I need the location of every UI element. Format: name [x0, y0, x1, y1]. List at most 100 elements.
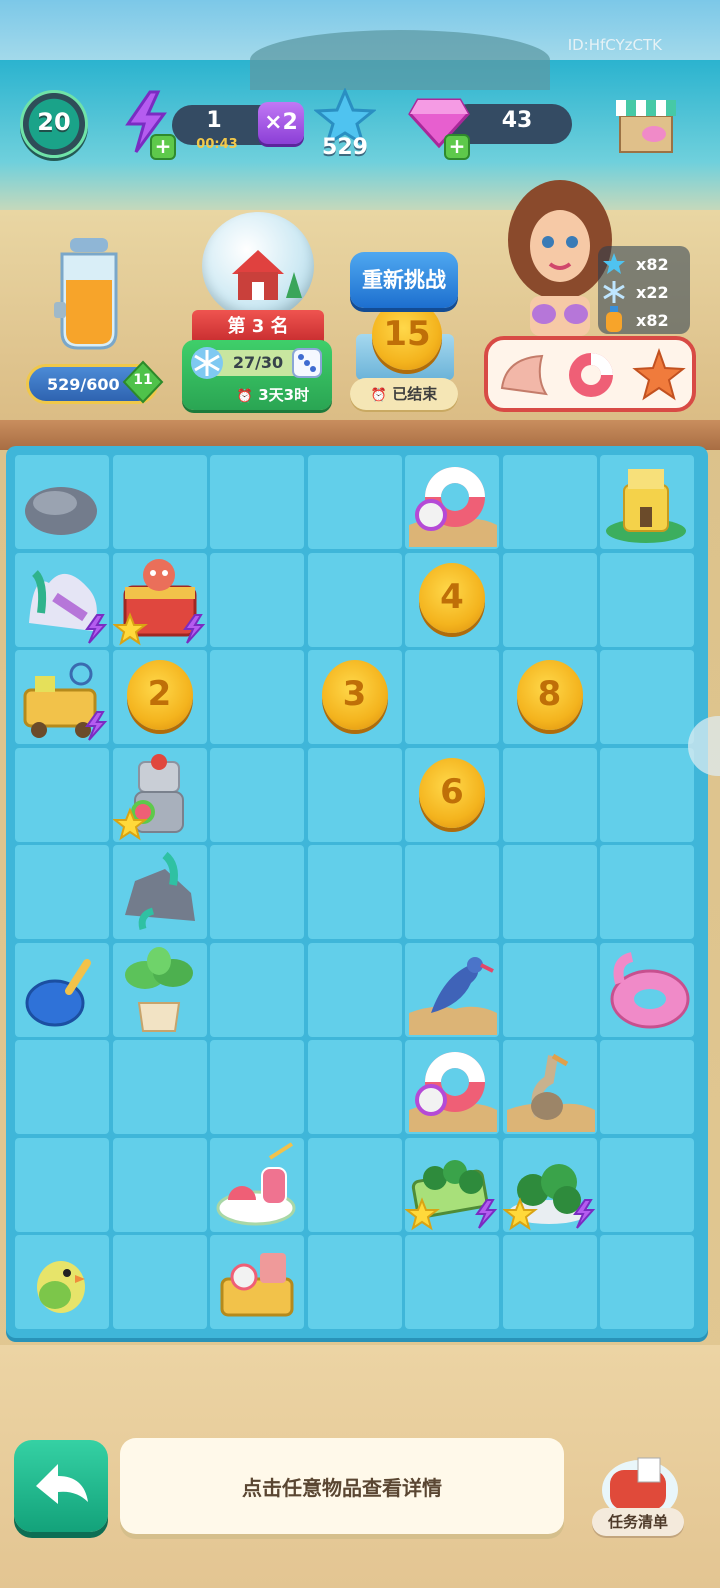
parrot-item[interactable] — [15, 1235, 109, 1329]
board-cell[interactable] — [307, 1040, 402, 1134]
coin-item[interactable]: 8 — [516, 660, 583, 730]
coin-item[interactable]: 3 — [321, 660, 388, 730]
watermelon-pile-item[interactable] — [502, 1138, 597, 1232]
board-cell[interactable] — [210, 650, 304, 744]
jar-progress-text: 529/600 — [47, 375, 120, 394]
event-timer: 3天3时 — [258, 386, 310, 404]
shop-stall-icon[interactable] — [614, 90, 678, 156]
board-cell[interactable] — [600, 1040, 694, 1134]
snowflake-icon — [191, 347, 223, 379]
potted-plant-item[interactable] — [113, 943, 207, 1037]
back-button[interactable] — [14, 1440, 108, 1532]
watermelon-crate-item[interactable] — [405, 1138, 499, 1232]
board-cell[interactable] — [502, 552, 597, 647]
reward-star-amount: x82 — [636, 255, 669, 274]
sandcastle-item[interactable] — [600, 455, 694, 549]
challenge-status-text: 已结束 — [392, 385, 438, 403]
reward-bottle-icon — [606, 306, 622, 332]
seabird-item[interactable] — [405, 943, 499, 1037]
event-rank-ribbon: 第 3 名 — [192, 310, 324, 344]
coin-value: 4 — [440, 576, 464, 617]
player-id: ID:HfCYzCTK — [567, 36, 662, 54]
energy-multiplier-button[interactable]: ×2 — [258, 102, 304, 144]
task-list-button[interactable]: 任务清单 — [592, 1508, 684, 1536]
board-cell[interactable] — [502, 845, 597, 939]
board-cell[interactable] — [112, 1040, 207, 1134]
board-cell[interactable] — [15, 747, 109, 842]
reward-bottle-amount: x82 — [636, 311, 669, 330]
board-cell[interactable] — [502, 942, 597, 1037]
board-cell[interactable] — [112, 1137, 207, 1232]
sand-shovel-item[interactable] — [15, 943, 109, 1037]
beach-cart-item[interactable] — [15, 650, 109, 744]
board-cell[interactable] — [210, 552, 304, 647]
board-cell[interactable] — [210, 1040, 304, 1134]
snow-globe-event-icon[interactable] — [202, 212, 314, 320]
coin-item[interactable]: 4 — [419, 562, 485, 633]
coin-item[interactable]: 2 — [126, 660, 193, 730]
board-cell[interactable] — [307, 747, 402, 842]
board-cell[interactable] — [600, 845, 694, 939]
board-cell[interactable] — [307, 1137, 402, 1232]
juice-jar-icon[interactable] — [48, 236, 130, 360]
rock-coral-item[interactable] — [113, 845, 207, 939]
picnic-basket-item[interactable] — [210, 1235, 304, 1329]
coin-value: 6 — [440, 771, 464, 812]
board-cell[interactable] — [210, 455, 304, 549]
mountain-backdrop — [250, 30, 550, 90]
collectible-items-panel[interactable] — [484, 336, 696, 412]
board-cell[interactable] — [112, 1235, 207, 1329]
reward-snowflake-icon — [603, 281, 625, 303]
juicer-item[interactable] — [112, 748, 207, 842]
board-cell[interactable] — [405, 1235, 499, 1329]
board-cell[interactable] — [502, 1235, 597, 1329]
board-cell[interactable] — [600, 1235, 694, 1329]
alarm-clock-icon: ⏰ — [236, 389, 254, 404]
player-level-badge[interactable]: 20 — [20, 90, 88, 158]
pelican-item[interactable] — [503, 1040, 597, 1134]
merge-board — [6, 446, 708, 1338]
coin-item[interactable]: 6 — [419, 757, 485, 828]
flamingo-float-item[interactable] — [600, 943, 694, 1037]
board-cell[interactable] — [210, 942, 304, 1037]
board-cell[interactable] — [210, 747, 304, 842]
board-cell[interactable] — [307, 942, 402, 1037]
fruit-platter-item[interactable] — [210, 1138, 304, 1232]
challenge-coin-value: 15 — [383, 314, 431, 354]
board-cell[interactable] — [307, 845, 402, 939]
retry-challenge-button[interactable]: 重新挑战 — [350, 252, 458, 308]
board-cell[interactable] — [307, 455, 402, 549]
board-cell[interactable] — [405, 845, 499, 939]
swim-ring-item[interactable] — [405, 1040, 499, 1134]
item-info-text: 点击任意物品查看详情 — [242, 1476, 442, 1500]
board-cell[interactable] — [502, 455, 597, 549]
board-cell[interactable] — [405, 650, 499, 744]
back-arrow-icon — [36, 1464, 88, 1504]
board-cell[interactable] — [15, 845, 109, 939]
board-cell[interactable] — [307, 552, 402, 647]
board-cell[interactable] — [502, 747, 597, 842]
board-cell[interactable] — [307, 1235, 402, 1329]
energy-timer: 00:43 — [196, 137, 238, 152]
add-gems-button[interactable]: + — [444, 134, 470, 160]
reward-star-icon — [603, 253, 625, 274]
board-cell[interactable] — [15, 1040, 109, 1134]
event-timer-wrap: ⏰ 3天3时 — [206, 384, 340, 405]
rock-item[interactable] — [15, 455, 109, 549]
star-count: 529 — [322, 135, 368, 160]
jar-level-value: 11 — [133, 372, 153, 388]
coral-shell-item[interactable] — [15, 553, 109, 647]
add-energy-button[interactable]: + — [150, 134, 176, 160]
swim-ring-item[interactable] — [405, 455, 499, 549]
board-cell[interactable] — [600, 747, 694, 842]
octopus-chest-item[interactable] — [112, 553, 207, 647]
board-cell[interactable] — [600, 650, 694, 744]
coin-value: 8 — [537, 674, 562, 714]
energy-value: 1 — [206, 108, 222, 133]
board-cell[interactable] — [600, 552, 694, 647]
player-level-value: 20 — [37, 108, 71, 136]
board-cell[interactable] — [210, 845, 304, 939]
board-cell[interactable] — [600, 1137, 694, 1232]
board-cell[interactable] — [15, 1137, 109, 1232]
board-cell[interactable] — [112, 455, 207, 549]
